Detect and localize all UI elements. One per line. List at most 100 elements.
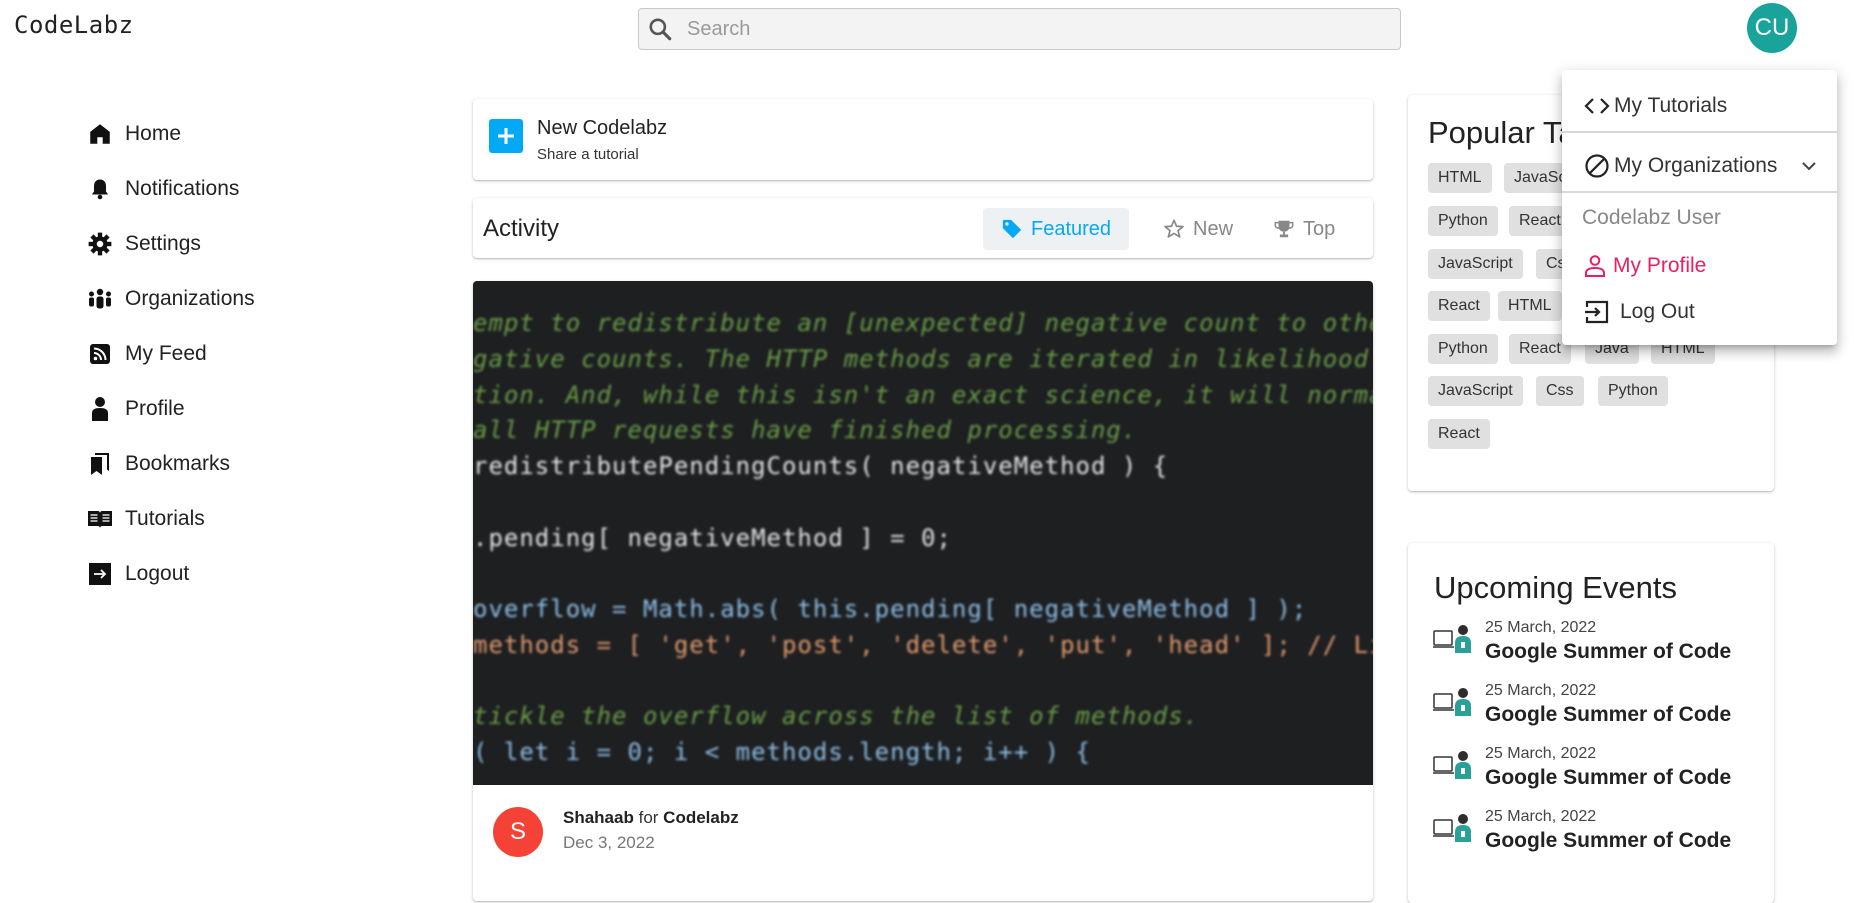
sidebar-item-my-feed[interactable]: My Feed (86, 326, 406, 381)
author-name[interactable]: Shahaab (563, 808, 634, 827)
tag-chip[interactable]: React (1428, 419, 1490, 449)
code-line: ( let i = 0; i < methods.length; i++ ) { (473, 738, 1091, 766)
search-input[interactable] (687, 17, 1367, 41)
tab-new[interactable]: New (1145, 208, 1251, 250)
menu-item-label: My Tutorials (1614, 94, 1728, 117)
sidebar-item-label: My Feed (125, 341, 207, 365)
code-line: overflow = Math.abs( this.pending[ negat… (473, 595, 1308, 623)
tag-chip[interactable]: Python (1598, 376, 1668, 406)
event-item[interactable]: 25 March, 2022 Google Summer of Code (1433, 745, 1763, 805)
sidebar-item-label: Settings (125, 231, 201, 255)
activity-title: Activity (483, 215, 560, 242)
event-date: 25 March, 2022 (1485, 619, 1597, 636)
event-item[interactable]: 25 March, 2022 Google Summer of Code (1433, 619, 1763, 679)
sidebar-item-label: Profile (125, 396, 185, 420)
menu-item-label: Log Out (1620, 300, 1695, 323)
tab-label: Featured (1031, 217, 1112, 240)
menu-item-log-out[interactable]: Log Out (1562, 294, 1837, 330)
upcoming-events-title: Upcoming Events (1434, 570, 1677, 605)
star-icon (1163, 218, 1193, 240)
menu-item-my-organizations[interactable]: My Organizations (1562, 148, 1837, 184)
org-name[interactable]: Codelabz (663, 808, 739, 827)
menu-item-my-profile[interactable]: My Profile (1562, 248, 1837, 284)
event-image (1433, 623, 1475, 655)
trophy-icon (1273, 218, 1303, 240)
code-line: tickle the overflow across the list of m… (473, 702, 1200, 730)
event-item[interactable]: 25 March, 2022 Google Summer of Code (1433, 682, 1763, 742)
sidebar-item-settings[interactable]: Settings (86, 216, 406, 271)
code-line: empt to redistribute an [unexpected] neg… (473, 309, 1373, 337)
new-codelabz-card[interactable]: New Codelabz Share a tutorial (473, 99, 1373, 180)
for-text: for (638, 808, 659, 827)
tag-chip[interactable]: React (1428, 291, 1490, 321)
sidebar-item-notifications[interactable]: Notifications (86, 161, 406, 216)
user-avatar[interactable]: CU (1747, 3, 1797, 53)
sidebar-item-home[interactable]: Home (86, 106, 406, 161)
tab-featured[interactable]: Featured (983, 208, 1130, 250)
post-cover-image: empt to redistribute an [unexpected] neg… (473, 281, 1373, 785)
menu-item-label: My Organizations (1614, 154, 1778, 177)
post-byline: Shahaab for Codelabz (563, 808, 739, 828)
tag-chip[interactable]: JavaScript (1428, 376, 1523, 406)
menu-item-my-tutorials[interactable]: My Tutorials (1562, 88, 1837, 124)
sidebar-item-bookmarks[interactable]: Bookmarks (86, 436, 406, 491)
plus-icon (489, 119, 523, 153)
tag-icon (1001, 218, 1031, 240)
sidebar-item-label: Tutorials (125, 506, 205, 530)
tag-chip[interactable]: HTML (1498, 291, 1562, 321)
gear-icon (86, 230, 114, 258)
code-line: all HTTP requests have finished processi… (473, 416, 1138, 444)
person-icon (86, 395, 114, 423)
upcoming-events-card: Upcoming Events 25 March, 2022 Google Su… (1408, 543, 1774, 903)
sidebar-item-label: Home (125, 121, 182, 145)
event-name: Google Summer of Code (1485, 829, 1732, 852)
person-outline-icon (1584, 254, 1606, 278)
sidebar-item-label: Notifications (125, 176, 240, 200)
event-item[interactable]: 25 March, 2022 Google Summer of Code (1433, 808, 1763, 868)
exit-icon (1584, 299, 1610, 325)
event-date: 25 March, 2022 (1485, 808, 1597, 825)
sidebar-item-profile[interactable]: Profile (86, 381, 406, 436)
tag-chip[interactable]: JavaScript (1428, 249, 1523, 279)
search-bar[interactable] (638, 8, 1401, 50)
user-menu: My Tutorials My Organizations Codelabz U… (1562, 70, 1837, 345)
menu-user-name: Codelabz User (1582, 206, 1721, 229)
chevron-down-icon (1801, 160, 1817, 172)
activity-bar: Activity Featured New Top (473, 198, 1373, 258)
tag-chip[interactable]: Css (1536, 376, 1584, 406)
sidebar: Home Notifications Settings Organization… (86, 106, 406, 601)
tag-chip[interactable]: Python (1428, 334, 1498, 364)
block-icon (1584, 153, 1610, 179)
sidebar-item-label: Organizations (125, 286, 255, 310)
event-name: Google Summer of Code (1485, 703, 1732, 726)
code-line: gative counts. The HTTP methods are iter… (473, 345, 1373, 373)
sidebar-item-organizations[interactable]: Organizations (86, 271, 406, 326)
tab-label: New (1193, 217, 1234, 240)
code-line: .pending[ negativeMethod ] = 0; (473, 524, 952, 552)
tag-chip[interactable]: HTML (1428, 163, 1492, 193)
menu-divider (1562, 131, 1837, 133)
code-icon (1584, 95, 1610, 117)
code-line: redistributePendingCounts( negativeMetho… (473, 452, 1169, 480)
event-date: 25 March, 2022 (1485, 745, 1597, 762)
event-date: 25 March, 2022 (1485, 682, 1597, 699)
event-name: Google Summer of Code (1485, 766, 1732, 789)
code-line: methods = [ 'get', 'post', 'delete', 'pu… (473, 631, 1373, 659)
author-avatar[interactable]: S (493, 807, 543, 857)
bookmark-icon (86, 450, 114, 478)
search-icon (647, 16, 673, 42)
sidebar-item-tutorials[interactable]: Tutorials (86, 491, 406, 546)
tag-chip[interactable]: Python (1428, 206, 1498, 236)
menu-divider (1562, 191, 1837, 193)
sidebar-item-logout[interactable]: Logout (86, 546, 406, 601)
book-icon (86, 505, 114, 533)
menu-item-label: My Profile (1613, 254, 1707, 277)
new-codelabz-subtitle: Share a tutorial (537, 146, 639, 163)
app-logo[interactable]: CodeLabz (14, 11, 134, 39)
logout-icon (86, 560, 114, 588)
event-image (1433, 812, 1475, 844)
code-line: tion. And, while this isn't an exact sci… (473, 381, 1373, 409)
post-card[interactable]: empt to redistribute an [unexpected] neg… (473, 281, 1373, 901)
tab-top[interactable]: Top (1255, 208, 1353, 250)
event-image (1433, 749, 1475, 781)
